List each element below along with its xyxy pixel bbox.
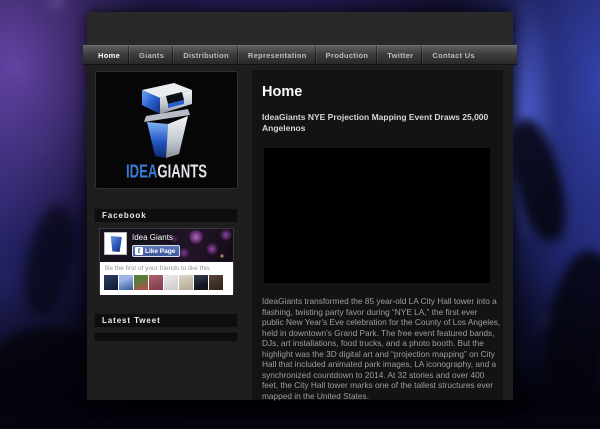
nav-item-distribution[interactable]: Distribution (173, 46, 238, 64)
fb-friend-avatar[interactable] (134, 275, 148, 290)
nav-item-contact-us[interactable]: Contact Us (422, 46, 484, 64)
nav-item-representation[interactable]: Representation (238, 46, 316, 64)
logo-text-giants: GIANTS (157, 163, 207, 183)
logo-text-idea: IDEA (126, 163, 157, 183)
page-title: Home (262, 84, 302, 100)
like-page-button[interactable]: f Like Page (132, 245, 180, 257)
content-panel: Home IdeaGiants NYE Projection Mapping E… (252, 70, 503, 400)
fb-friend-avatar[interactable] (194, 275, 208, 290)
facebook-profile-picture[interactable] (104, 232, 127, 255)
latest-tweet-empty-content (94, 332, 238, 342)
facebook-social-context: Be the first of your friends to like thi… (100, 262, 233, 295)
like-page-label: Like Page (145, 248, 175, 255)
nav-item-twitter[interactable]: Twitter (377, 46, 422, 64)
nav-item-production[interactable]: Production (316, 46, 378, 64)
facebook-page-plugin: Idea Giants f Like Page Be the first of … (99, 228, 234, 294)
ideagiants-mini-logo (109, 236, 123, 252)
fb-friend-avatar[interactable] (209, 275, 223, 290)
page-container: Home Giants Distribution Representation … (87, 12, 513, 400)
site-logo[interactable]: IDEAGIANTS (95, 71, 238, 189)
fb-friend-avatar[interactable] (119, 275, 133, 290)
ideagiants-tower-icon (124, 76, 212, 164)
post-title[interactable]: IdeaGiants NYE Projection Mapping Event … (262, 112, 502, 134)
fb-friend-avatar[interactable] (179, 275, 193, 290)
main-nav: Home Giants Distribution Representation … (83, 45, 517, 65)
facebook-page-name[interactable]: Idea Giants (132, 233, 173, 242)
fb-friend-avatar[interactable] (104, 275, 118, 290)
facebook-social-text: Be the first of your friends to like thi… (105, 265, 210, 272)
fb-friend-avatar[interactable] (164, 275, 178, 290)
site-header (87, 12, 513, 45)
facebook-f-icon: f (135, 247, 143, 255)
fb-friend-avatar[interactable] (149, 275, 163, 290)
nav-item-home[interactable]: Home (83, 46, 129, 64)
post-body-text: IdeaGiants transformed the 85 year-old L… (262, 296, 501, 401)
facebook-friend-avatars (104, 275, 223, 290)
video-embed[interactable] (264, 148, 490, 283)
nav-item-giants[interactable]: Giants (129, 46, 173, 64)
facebook-widget-heading: Facebook (94, 208, 238, 223)
latest-tweet-heading: Latest Tweet (94, 313, 238, 328)
logo-wordmark: IDEAGIANTS (109, 163, 225, 184)
